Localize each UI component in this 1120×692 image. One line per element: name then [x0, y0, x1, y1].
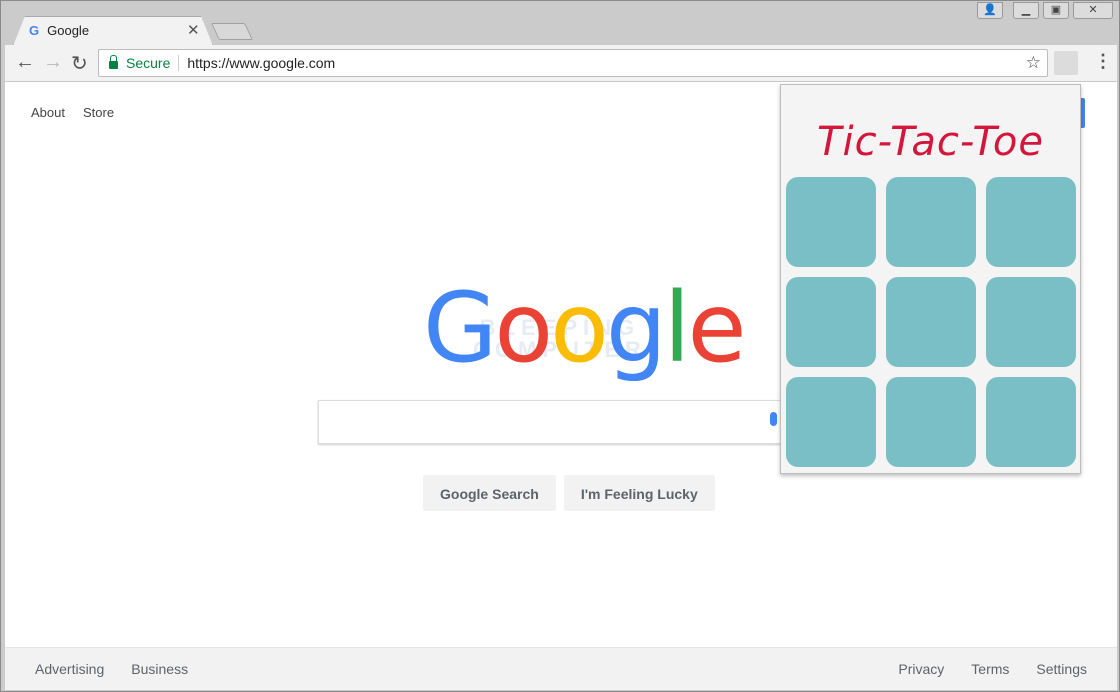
google-logo: Google [423, 272, 747, 384]
feeling-lucky-button[interactable]: I'm Feeling Lucky [563, 475, 715, 511]
google-favicon-icon: G [29, 23, 40, 38]
tab-label-wrap: G Google [29, 23, 89, 38]
close-icon[interactable]: ✕ [1073, 2, 1113, 19]
tic-tac-toe-popup: Tic-Tac-Toe [780, 84, 1081, 474]
popup-title: Tic-Tac-Toe [817, 119, 1044, 165]
board-cell[interactable] [786, 377, 876, 467]
tab-close-icon[interactable]: ✕ [187, 21, 200, 39]
url-text: https://www.google.com [187, 55, 336, 71]
game-board [786, 177, 1076, 467]
microphone-icon[interactable] [770, 412, 777, 426]
profile-icon[interactable]: 👤 [977, 2, 1003, 19]
settings-link[interactable]: Settings [1036, 661, 1087, 677]
board-cell[interactable] [886, 177, 976, 267]
footer: Advertising Business Privacy Terms Setti… [5, 647, 1117, 690]
tab-title: Google [47, 23, 90, 38]
restore-icon[interactable]: ▣ [1043, 2, 1069, 19]
advertising-link[interactable]: Advertising [35, 661, 104, 677]
board-cell[interactable] [986, 177, 1076, 267]
star-icon[interactable]: ☆ [1026, 53, 1041, 73]
toolbar: ← → ↻ Secure https://www.google.com ☆ ⋮ [5, 45, 1117, 82]
forward-icon[interactable]: → [43, 51, 63, 74]
board-cell[interactable] [886, 377, 976, 467]
divider [178, 55, 180, 71]
store-link[interactable]: Store [83, 105, 114, 120]
minimize-icon[interactable]: ▁ [1013, 2, 1039, 19]
secure-label: Secure [126, 55, 171, 71]
lock-icon [109, 55, 118, 69]
board-cell[interactable] [986, 377, 1076, 467]
google-search-button[interactable]: Google Search [423, 475, 556, 511]
terms-link[interactable]: Terms [971, 661, 1009, 677]
back-icon[interactable]: ← [15, 51, 35, 74]
board-cell[interactable] [986, 277, 1076, 367]
board-cell[interactable] [786, 277, 876, 367]
browser-window: G Google ✕ 👤 ▁ ▣ ✕ ← → ↻ Secure https://w… [0, 0, 1120, 692]
business-link[interactable]: Business [131, 661, 188, 677]
board-cell[interactable] [886, 277, 976, 367]
privacy-link[interactable]: Privacy [898, 661, 944, 677]
about-link[interactable]: About [31, 105, 65, 120]
board-cell[interactable] [786, 177, 876, 267]
new-tab-button[interactable] [211, 23, 253, 40]
reload-icon[interactable]: ↻ [71, 51, 88, 76]
address-bar[interactable]: Secure https://www.google.com ☆ [98, 49, 1048, 77]
extension-icon[interactable] [1054, 51, 1078, 75]
menu-icon[interactable]: ⋮ [1094, 51, 1112, 72]
